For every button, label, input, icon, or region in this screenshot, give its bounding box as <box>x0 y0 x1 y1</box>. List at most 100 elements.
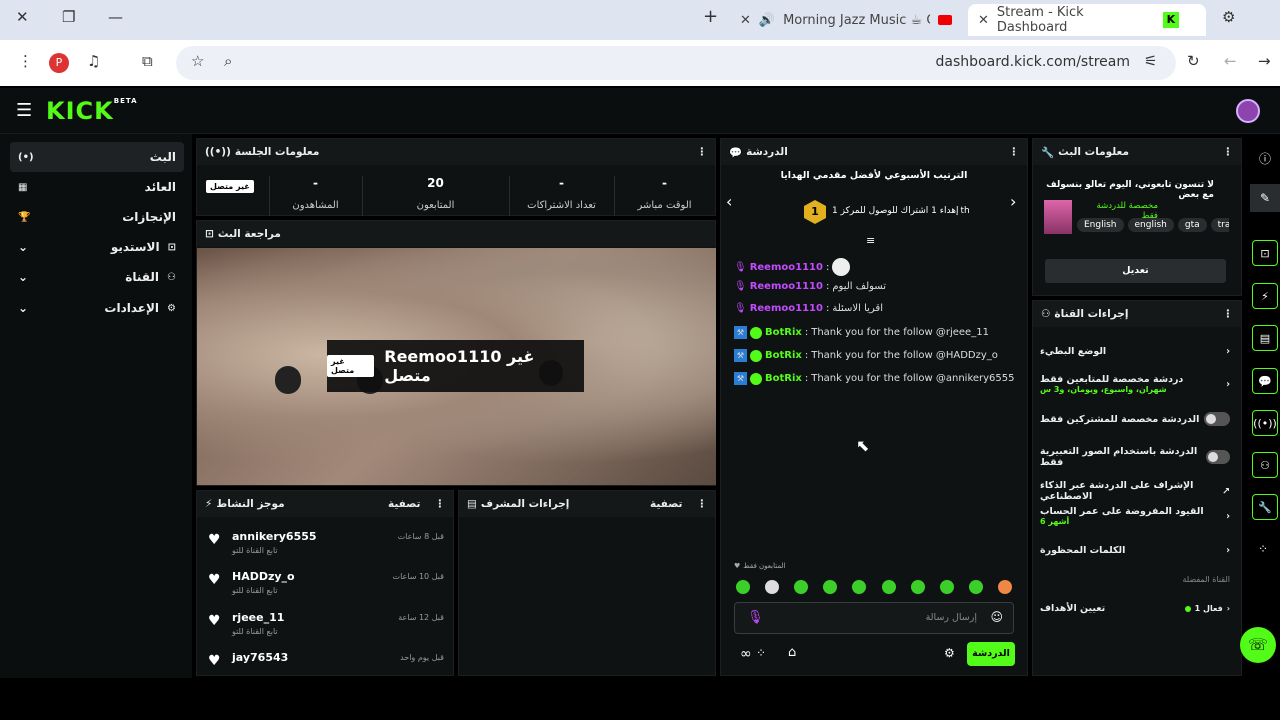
extensions-icon[interactable]: ⚙ <box>1222 8 1235 26</box>
emote-icon[interactable] <box>823 580 838 594</box>
send-chat-button[interactable]: الدردشة <box>967 642 1015 666</box>
edit-layout-button[interactable]: ✎ <box>1250 184 1280 212</box>
emote-icon[interactable] <box>939 580 954 594</box>
emote-icon[interactable] <box>794 580 809 594</box>
tab-close-icon[interactable]: ✕ <box>740 13 751 28</box>
rail-tools-button[interactable]: 🔧 <box>1252 494 1278 520</box>
kebab-menu-icon[interactable]: ⋮ <box>697 498 708 510</box>
emote-icon[interactable] <box>736 580 750 594</box>
kebab-menu-icon[interactable]: ⋮ <box>435 498 446 510</box>
option-set-goals[interactable]: تعيين الأهداف فعال 1 › <box>1040 603 1230 614</box>
sidebar-item-revenue[interactable]: العائد ▦ <box>10 172 184 202</box>
tab-kick-dashboard[interactable]: ✕ Stream - Kick Dashboard K <box>968 4 1206 36</box>
activity-username[interactable]: jay76543 <box>232 651 288 664</box>
kebab-menu-icon[interactable]: ⋮ <box>1009 146 1020 158</box>
site-settings-icon[interactable]: ⚟ <box>1144 52 1157 70</box>
more-widgets-icon[interactable]: ⁘ <box>1258 542 1268 556</box>
chat-username[interactable]: BotRix <box>765 327 802 338</box>
emote-icon[interactable] <box>968 580 983 594</box>
tag-pill[interactable]: english <box>1127 218 1174 232</box>
rail-activity-button[interactable]: ⚡ <box>1252 283 1278 309</box>
user-avatar[interactable] <box>1236 99 1260 123</box>
subscribers-only-toggle[interactable] <box>1204 412 1230 426</box>
zoom-search-icon[interactable]: ⌕ <box>224 52 232 70</box>
rail-channel-button[interactable]: ⚇ <box>1252 452 1278 478</box>
sidebar-item-studio[interactable]: ⊡ الاستديو ⌄ <box>10 232 184 262</box>
emote-icon[interactable] <box>881 580 896 594</box>
emotes-only-toggle[interactable] <box>1206 450 1230 464</box>
sidebar-item-stream[interactable]: البث (•) <box>10 142 184 172</box>
chat-input[interactable]: 🎙 إرسال رسالة ☺ <box>734 602 1014 634</box>
filter-button[interactable]: تصفية <box>650 498 683 510</box>
new-tab-icon[interactable]: + <box>703 6 718 27</box>
bookmark-star-icon[interactable]: ☆ <box>191 52 204 70</box>
activity-username[interactable]: annikery6555 <box>232 530 317 543</box>
reload-icon[interactable]: ↻ <box>1187 52 1200 70</box>
profile-avatar[interactable]: P <box>49 53 69 73</box>
option-label: الوضع البطيء <box>1040 346 1107 357</box>
kebab-menu-icon[interactable]: ⋮ <box>1223 146 1234 158</box>
tag-pill[interactable]: gta <box>1177 218 1207 232</box>
store-icon[interactable]: ⌂ <box>788 645 796 660</box>
emoji-picker-icon[interactable]: ☺ <box>990 610 1003 624</box>
activity-username[interactable]: HADDzy_o <box>232 570 295 583</box>
restore-window-icon[interactable]: ❐ <box>62 8 75 26</box>
minimize-window-icon[interactable]: — <box>108 8 123 26</box>
panel-header: ⚡ موجز النشاط تصفية ⋮ <box>197 491 453 517</box>
tab-close-icon[interactable]: ✕ <box>978 13 989 28</box>
sidebar-item-label: العائد <box>144 180 176 194</box>
rail-notes-button[interactable]: ▤ <box>1252 325 1278 351</box>
emote-icon[interactable] <box>852 580 867 594</box>
option-subscribers-only[interactable]: الدردشة مخصصة للمشتركين فقط <box>1040 412 1230 426</box>
puzzle-extension-icon[interactable]: ⧉ <box>142 52 153 70</box>
chat-username[interactable]: BotRix <box>765 350 802 361</box>
edit-stream-button[interactable]: تعديل <box>1045 259 1226 283</box>
chat-settings-icon[interactable]: ⚙ <box>944 646 955 660</box>
emote-icon[interactable] <box>765 580 780 594</box>
chat-username[interactable]: Reemoo1110 <box>750 262 823 273</box>
activity-username[interactable]: rjeee_11 <box>232 611 284 624</box>
option-account-age[interactable]: القيود المفروضة على عمر الحساب أشهر 6 › <box>1040 506 1230 526</box>
chat-username[interactable]: BotRix <box>765 373 802 384</box>
tag-pill[interactable]: English <box>1077 218 1124 232</box>
youtube-icon <box>938 15 952 25</box>
emote-icon[interactable] <box>910 580 925 594</box>
option-banned-words[interactable]: الكلمات المحظورة › <box>1040 545 1230 556</box>
close-window-icon[interactable]: ✕ <box>16 8 29 26</box>
info-icon[interactable]: ⓘ <box>1259 150 1271 167</box>
kebab-menu-icon[interactable]: ⋮ <box>697 146 708 158</box>
kebab-menu-icon[interactable]: ⋮ <box>1223 308 1234 320</box>
support-chat-button[interactable]: ☏ <box>1240 627 1276 663</box>
chat-username[interactable]: Reemoo1110 <box>750 303 823 314</box>
filter-button[interactable]: تصفية <box>388 498 421 510</box>
sidebar-item-channel[interactable]: ⚇ القناة ⌄ <box>10 262 184 292</box>
trophy-icon: 🏆 <box>18 211 31 223</box>
media-controls-icon[interactable]: ♫ <box>87 52 100 70</box>
activity-item: ♥ HADDzy_o تابع القناة للتو قبل 10 ساعات <box>204 568 444 606</box>
collapse-icon[interactable]: ≡ <box>866 234 875 247</box>
sidebar-item-achievements[interactable]: الإنجازات 🏆 <box>10 202 184 232</box>
menu-kebab-icon[interactable]: ⋮ <box>18 52 33 70</box>
option-label: الإشراف على الدردشة عبر الذكاء الاصطناعي <box>1040 480 1194 502</box>
url-text[interactable]: dashboard.kick.com/stream <box>936 54 1130 70</box>
option-followers-only[interactable]: دردشة مخصصة للمتابعين فقط شهران، واسبوع، … <box>1040 374 1230 394</box>
rail-preview-button[interactable]: ⊡ <box>1252 240 1278 266</box>
chat-username[interactable]: Reemoo1110 <box>750 281 823 292</box>
sidebar-item-settings[interactable]: ⚙ الإعدادات ⌄ <box>10 293 184 323</box>
chevron-right-icon[interactable]: › <box>1010 192 1016 211</box>
kick-logo[interactable]: KICKBETA <box>46 97 138 125</box>
infinity-icon[interactable]: ∞ <box>740 646 752 662</box>
tab-morning-jazz[interactable]: ✕ 🔊 Morning Jazz Music ☕ Coffee Shop Jaz… <box>730 4 962 36</box>
chevron-left-icon[interactable]: ‹ <box>726 192 732 211</box>
dots-icon[interactable]: ⁘ <box>756 646 766 660</box>
rail-chat-button[interactable]: 💬 <box>1252 368 1278 394</box>
emote-icon[interactable] <box>997 580 1012 594</box>
forward-icon[interactable]: ← <box>1224 52 1237 70</box>
option-emotes-only[interactable]: الدردشة باستخدام الصور التعبيرية فقط <box>1040 446 1230 468</box>
back-icon[interactable]: → <box>1258 52 1271 70</box>
tag-pill[interactable]: tra <box>1210 218 1229 232</box>
option-slow-mode[interactable]: الوضع البطيء › <box>1040 346 1230 357</box>
hamburger-menu-icon[interactable]: ☰ <box>16 100 32 121</box>
option-ai-moderation[interactable]: الإشراف على الدردشة عبر الذكاء الاصطناعي… <box>1040 480 1230 502</box>
rail-broadcast-button[interactable]: ((•)) <box>1252 410 1278 436</box>
